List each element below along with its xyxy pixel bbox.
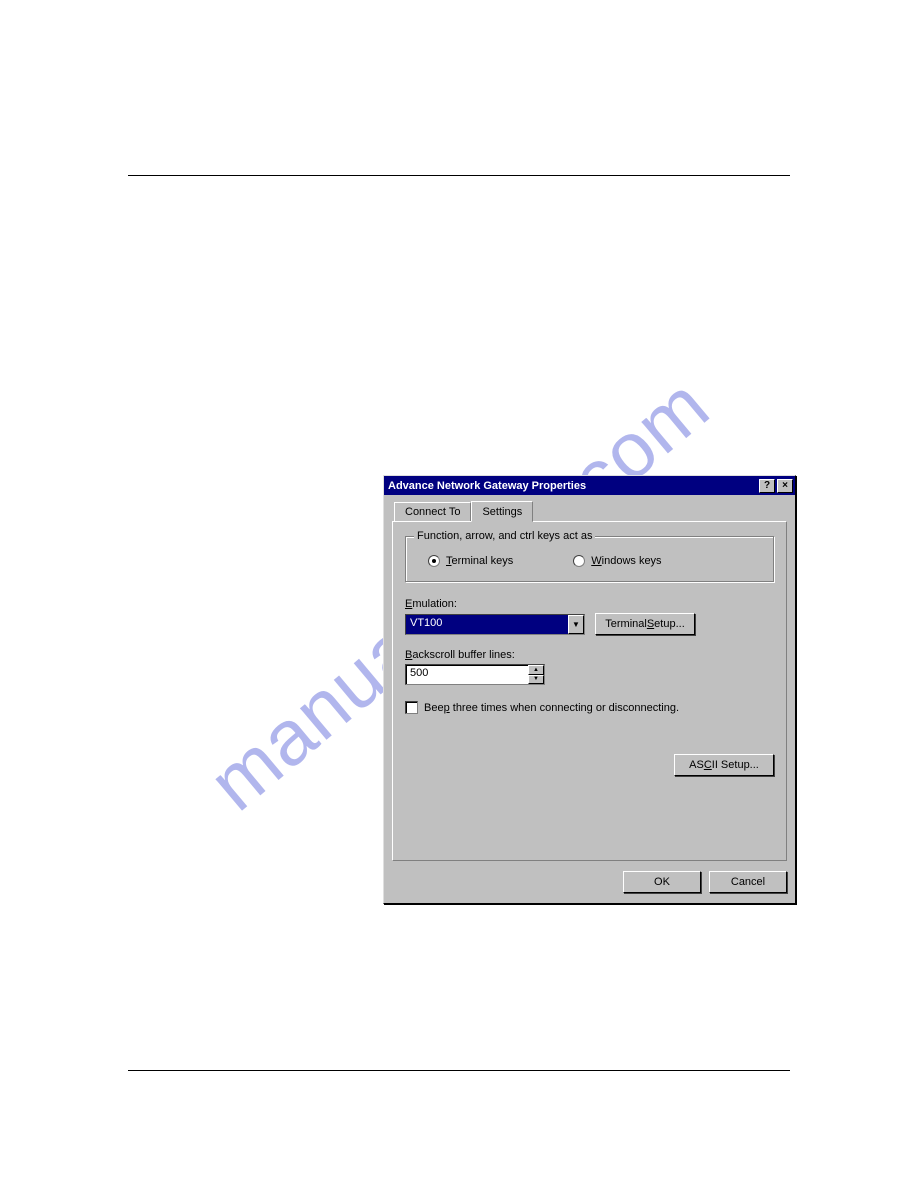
- cancel-button[interactable]: Cancel: [709, 871, 787, 893]
- backscroll-label: Backscroll buffer lines:: [405, 649, 774, 661]
- ok-button[interactable]: OK: [623, 871, 701, 893]
- titlebar: Advance Network Gateway Properties ? ×: [384, 476, 795, 495]
- radio-terminal-keys[interactable]: Terminal keys: [428, 555, 513, 567]
- radio-unchecked-icon: [573, 555, 585, 567]
- radio-windows-keys[interactable]: Windows keys: [573, 555, 661, 567]
- ascii-setup-button[interactable]: ASCII Setup...: [674, 754, 774, 776]
- radio-windows-label: Windows keys: [591, 555, 661, 567]
- chevron-down-icon[interactable]: ▼: [528, 675, 544, 685]
- dialog-body: Connect To Settings Function, arrow, and…: [384, 495, 795, 903]
- page-rule-top: [128, 175, 790, 176]
- close-button[interactable]: ×: [777, 479, 793, 493]
- emulation-label: Emulation:: [405, 598, 774, 610]
- chevron-up-icon[interactable]: ▲: [528, 665, 544, 675]
- emulation-value: VT100: [406, 615, 568, 634]
- titlebar-title: Advance Network Gateway Properties: [388, 480, 757, 492]
- emulation-combobox[interactable]: VT100 ▼: [405, 614, 585, 635]
- radio-terminal-label: Terminal keys: [446, 555, 513, 567]
- dialog-footer: OK Cancel: [392, 871, 787, 893]
- keys-groupbox-label: Function, arrow, and ctrl keys act as: [414, 530, 595, 542]
- tab-settings[interactable]: Settings: [471, 501, 533, 522]
- chevron-down-icon[interactable]: ▼: [568, 615, 584, 634]
- radio-checked-icon: [428, 555, 440, 567]
- keys-groupbox: Function, arrow, and ctrl keys act as Te…: [405, 536, 774, 582]
- beep-checkbox-row[interactable]: Beep three times when connecting or disc…: [405, 701, 774, 714]
- backscroll-value: 500: [406, 665, 528, 684]
- beep-label: Beep three times when connecting or disc…: [424, 702, 679, 714]
- tab-connect-to[interactable]: Connect To: [394, 502, 471, 522]
- keys-radio-row: Terminal keys Windows keys: [418, 555, 761, 567]
- properties-dialog: Advance Network Gateway Properties ? × C…: [383, 475, 796, 904]
- checkbox-unchecked-icon: [405, 701, 418, 714]
- page-rule-bottom: [128, 1070, 790, 1071]
- terminal-setup-button[interactable]: Terminal Setup...: [595, 613, 695, 635]
- ascii-row: ASCII Setup...: [405, 754, 774, 776]
- tab-panel-settings: Function, arrow, and ctrl keys act as Te…: [392, 521, 787, 861]
- help-button[interactable]: ?: [759, 479, 775, 493]
- emulation-row: VT100 ▼ Terminal Setup...: [405, 613, 774, 635]
- backscroll-spinner[interactable]: 500 ▲ ▼: [405, 664, 545, 685]
- spinner-buttons: ▲ ▼: [528, 665, 544, 684]
- tabstrip: Connect To Settings: [394, 501, 787, 521]
